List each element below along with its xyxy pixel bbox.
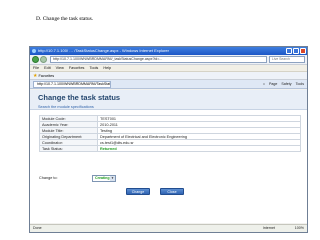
favorites-bar: ★ Favorites (30, 72, 307, 80)
status-text: Done (33, 226, 42, 230)
status-bar: Done Internet 100% (30, 224, 307, 232)
page-content: Change the task status Search the module… (30, 90, 307, 223)
window-title: http://10.7.1.100/ … /TaskStatusChange.a… (38, 48, 169, 53)
chevron-down-icon[interactable]: ▼ (110, 176, 115, 181)
details-table: Module Code: TEST001 Academic Year: 2010… (39, 115, 301, 152)
menu-tools[interactable]: Tools (89, 66, 98, 70)
forward-icon[interactable] (40, 56, 47, 63)
status-select[interactable]: Creating ▼ (92, 175, 116, 182)
status-select-value: Creating (95, 176, 110, 180)
menu-file[interactable]: File (33, 66, 39, 70)
page-header: Change the task status Search the module… (30, 90, 307, 110)
row-label: Task Status: (39, 145, 98, 152)
tools-menu[interactable]: Tools (296, 82, 304, 86)
command-bar: ⌂ Page Safety Tools (263, 82, 304, 86)
close-window-icon[interactable] (300, 48, 306, 54)
tab-row: http://10.7.1.100/WNWBRDMMARNI/TaskStatu… (30, 80, 307, 89)
minimize-icon[interactable] (286, 48, 292, 54)
close-button[interactable]: Close (160, 188, 184, 195)
menu-help[interactable]: Help (103, 66, 111, 70)
safety-menu[interactable]: Safety (281, 82, 291, 86)
maximize-icon[interactable] (293, 48, 299, 54)
security-zone: Internet (262, 226, 275, 230)
home-icon[interactable]: ⌂ (263, 82, 265, 86)
star-icon: ★ (33, 72, 38, 79)
change-to-label: Change to: (39, 176, 58, 180)
address-row: http://10.7.1.100/WNWBRDMMARNI/_taskStat… (30, 55, 307, 65)
ie-logo-icon (32, 49, 36, 53)
menu-bar: File Edit View Favorites Tools Help (30, 65, 307, 72)
page-menu[interactable]: Page (269, 82, 277, 86)
address-input[interactable]: http://10.7.1.100/WNWBRDMMARNI/_taskStat… (50, 56, 267, 63)
favorites-button[interactable]: Favorites (38, 74, 54, 78)
menu-edit[interactable]: Edit (44, 66, 51, 70)
slide-caption: D. Change the task status. (36, 16, 94, 22)
menu-view[interactable]: View (56, 66, 64, 70)
browser-tab[interactable]: http://10.7.1.100/WNWBRDMMARNI/TaskStatu… (33, 80, 111, 88)
search-modules-link[interactable]: Search the module specifications (38, 105, 307, 109)
page-title: Change the task status (38, 93, 121, 102)
browser-window: http://10.7.1.100/ … /TaskStatusChange.a… (29, 46, 308, 233)
window-controls (286, 48, 306, 54)
search-input[interactable]: Live Search (269, 56, 305, 63)
menu-favorites[interactable]: Favorites (69, 66, 85, 70)
back-icon[interactable] (32, 56, 39, 63)
title-bar: http://10.7.1.100/ … /TaskStatusChange.a… (30, 47, 307, 55)
change-button[interactable]: Change (126, 188, 150, 195)
zoom-level[interactable]: 100% (295, 225, 304, 232)
status-value: Returned (97, 145, 301, 152)
table-row: Task Status: Returned (39, 145, 301, 152)
